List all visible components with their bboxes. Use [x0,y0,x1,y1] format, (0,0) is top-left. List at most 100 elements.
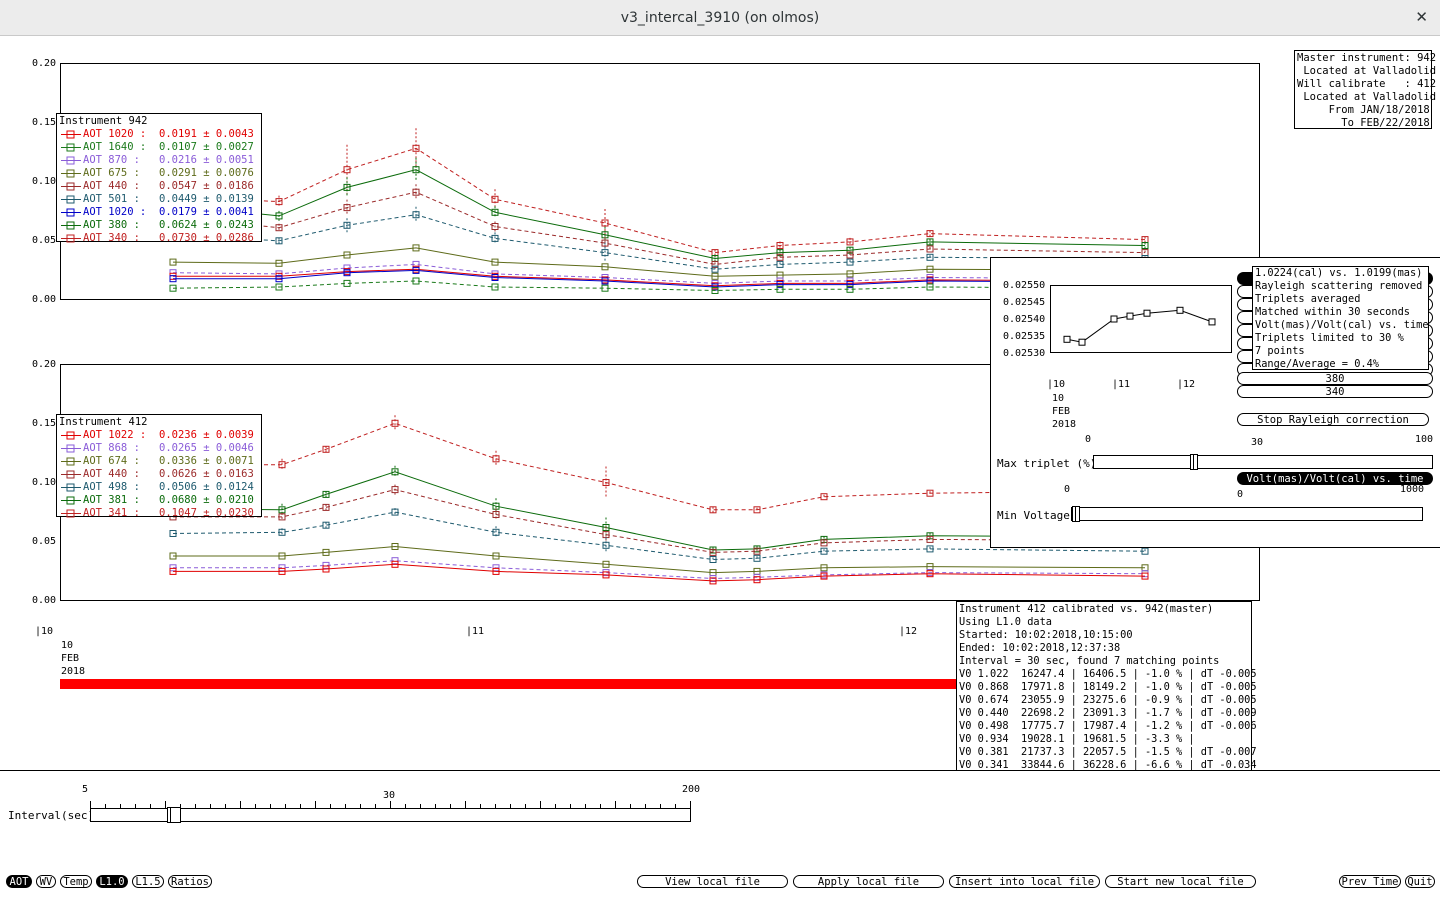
legend-label: AOT 1022 : [83,429,147,441]
legend-value: 0.0624 ± 0.0243 [159,219,254,231]
menu-item[interactable]: 1.0224(cal) vs. 1.0199(mas) [1255,267,1426,280]
cal-data-point [1176,306,1184,314]
wavelength-340-button[interactable]: 340 [1237,385,1433,398]
legend-title: Instrument 412 [59,416,148,428]
legend-value: 0.0336 ± 0.0071 [159,455,254,467]
time-range-bar[interactable] [60,679,960,689]
wavelength-380-button[interactable]: 380 [1237,372,1433,385]
legend-value: 0.0179 ± 0.0041 [159,206,254,218]
date-year: 2018 [61,666,86,677]
cal-xtick: |10 [1047,379,1066,390]
menu-item[interactable]: Triplets averaged [1255,293,1426,306]
menu-item[interactable]: Rayleigh scattering removed [1255,280,1426,293]
max-triplet-min: 0 [1085,434,1092,445]
cal-data-point [1143,309,1151,317]
legend-marker-icon [59,219,83,232]
aot-button[interactable]: AOT [6,875,32,888]
legend-marker-icon [59,167,83,180]
interval-thumb[interactable] [167,807,181,823]
window-title: v3_intercal_3910 (on olmos) [620,10,820,26]
top-legend: Instrument 942 AOT 1020 : 0.0191 ± 0.0043… [56,113,262,245]
calibration-chart [1050,285,1232,353]
legend-row: AOT 340 : 0.0730 ± 0.0286 [59,232,259,245]
ytick: 0.05 [32,235,57,246]
legend-row: AOT 440 : 0.0626 ± 0.0163 [59,468,259,481]
legend-label: AOT 674 : [83,455,140,467]
legend-label: AOT 380 : [83,219,140,231]
legend-label: AOT 1640 : [83,141,147,153]
legend-label: AOT 1020 : [83,206,147,218]
window-titlebar: v3_intercal_3910 (on olmos) ✕ [0,0,1440,36]
legend-label: AOT 340 : [83,232,140,244]
l10-button[interactable]: L1.0 [96,875,128,888]
legend-marker-icon [59,193,83,206]
ratios-button[interactable]: Ratios [168,875,212,888]
legend-row: AOT 440 : 0.0547 ± 0.0186 [59,180,259,193]
legend-row: AOT 675 : 0.0291 ± 0.0076 [59,167,259,180]
view-local-file-button[interactable]: View local file [637,875,788,888]
cal-series-line [1066,309,1213,343]
menu-item[interactable]: Range/Average = 0.4% [1255,358,1426,371]
temp-button[interactable]: Temp [60,875,92,888]
quit-button[interactable]: Quit [1405,875,1435,888]
l15-button[interactable]: L1.5 [132,875,164,888]
legend-value: 0.1047 ± 0.0230 [159,507,254,519]
menu-item[interactable]: 7 points [1255,345,1426,358]
interval-mid: 30 [383,790,396,801]
min-voltage-slider[interactable] [1071,506,1423,522]
legend-marker-icon [59,128,83,141]
insert-local-file-button[interactable]: Insert into local file [949,875,1100,888]
legend-label: AOT 440 : [83,180,140,192]
legend-value: 0.0107 ± 0.0027 [159,141,254,153]
interval-slider[interactable] [90,807,691,823]
legend-marker-icon [59,180,83,193]
cal-data-point [1126,312,1134,320]
legend-row: AOT 1020 : 0.0191 ± 0.0043 [59,128,259,141]
close-icon[interactable]: ✕ [1415,8,1428,26]
legend-label: AOT 868 : [83,442,140,454]
interval-label: Interval(sec) [8,809,95,822]
legend-row: AOT 498 : 0.0506 ± 0.0124 [59,481,259,494]
calibration-info-box: Instrument 412 calibrated vs. 942(master… [956,601,1257,771]
legend-value: 0.0449 ± 0.0139 [159,193,254,205]
min-voltage-thumb[interactable] [1072,506,1080,522]
min-voltage-max: 1000 [1400,484,1425,495]
cal-ytick: 0.02550 [1003,280,1046,291]
cal-date-year: 2018 [1052,419,1077,430]
interval-min: 5 [82,784,89,795]
legend-marker-icon [59,494,83,507]
cal-ytick: 0.02540 [1003,314,1046,325]
legend-title: Instrument 942 [59,115,148,127]
menu-item[interactable]: Volt(mas)/Volt(cal) vs. time [1255,319,1429,332]
cal-xtick: |12 [1177,379,1196,390]
start-new-local-file-button[interactable]: Start new local file [1105,875,1256,888]
max-triplet-max: 100 [1415,434,1434,445]
menu-item[interactable]: Matched within 30 seconds [1255,306,1426,319]
legend-row: AOT 870 : 0.0216 ± 0.0051 [59,154,259,167]
apply-local-file-button[interactable]: Apply local file [793,875,944,888]
ytick: 0.00 [32,294,57,305]
cal-xtick: |11 [1112,379,1131,390]
legend-marker-icon [59,206,83,219]
max-triplet-mid: 30 [1251,437,1264,448]
cal-ytick: 0.02535 [1003,331,1046,342]
max-triplet-thumb[interactable] [1190,454,1198,470]
stop-rayleigh-button[interactable]: Stop Rayleigh correction [1237,413,1429,426]
legend-row: AOT 1640 : 0.0107 ± 0.0027 [59,141,259,154]
legend-marker-icon [59,154,83,167]
xtick: |10 [35,626,54,637]
legend-row: AOT 341 : 0.1047 ± 0.0230 [59,507,259,520]
legend-row: AOT 380 : 0.0624 ± 0.0243 [59,219,259,232]
prev-time-button[interactable]: Prev Time [1339,875,1401,888]
min-voltage-mid: 0 [1237,489,1244,500]
legend-value: 0.0216 ± 0.0051 [159,154,254,166]
ytick: 0.05 [32,536,57,547]
max-triplet-slider[interactable] [1093,454,1433,470]
legend-value: 0.0680 ± 0.0210 [159,494,254,506]
bottom-legend: Instrument 412 AOT 1022 : 0.0236 ± 0.0039… [56,414,262,520]
master-info-box: Master instrument: 942 Located at Vallad… [1294,50,1436,129]
legend-value: 0.0626 ± 0.0163 [159,468,254,480]
cal-ytick: 0.02530 [1003,348,1046,359]
menu-item[interactable]: Triplets limited to 30 % [1255,332,1426,345]
wv-button[interactable]: WV [36,875,56,888]
